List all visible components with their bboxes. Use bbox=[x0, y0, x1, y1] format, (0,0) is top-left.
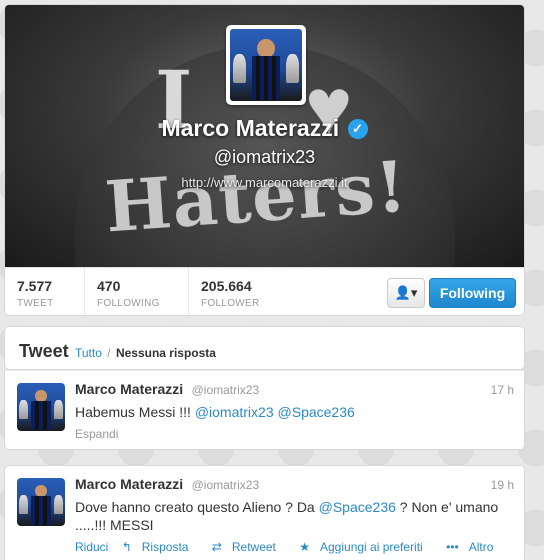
profile-name-row: Marco Materazzi ✓ bbox=[5, 115, 524, 142]
trophy-icon bbox=[18, 399, 28, 419]
reply-label: Risposta bbox=[141, 540, 189, 554]
trophy-icon bbox=[18, 494, 28, 514]
retweet-icon: ⇄ bbox=[211, 540, 222, 554]
tweet-text-plain: Habemus Messi !!! bbox=[75, 404, 195, 420]
tweet-actions: Espandi bbox=[75, 427, 514, 441]
profile-stats: 7.577 TWEET 470 FOLLOWING 205.664 FOLLOW… bbox=[5, 267, 524, 315]
following-button[interactable]: Following bbox=[429, 278, 516, 308]
star-icon: ★ bbox=[299, 540, 310, 554]
collapse-link[interactable]: Riduci bbox=[75, 540, 108, 554]
tweet-author-name[interactable]: Marco Materazzi bbox=[75, 476, 183, 492]
reply-icon: ↰ bbox=[121, 540, 132, 554]
expand-link[interactable]: Espandi bbox=[75, 427, 118, 441]
avatar-image bbox=[17, 383, 65, 431]
person-dropdown-icon: 👤▾ bbox=[394, 285, 418, 300]
filter-separator: / bbox=[107, 346, 111, 360]
tweet-body: Marco Materazzi @iomatrix23 17 h Habemus… bbox=[75, 381, 514, 441]
profile-banner: I ♥ Haters! Marco Materazzi ✓ @iomatrix2… bbox=[5, 5, 524, 267]
tweets-title: Tweet bbox=[19, 341, 69, 361]
tweet-mention[interactable]: @iomatrix23 bbox=[195, 404, 274, 420]
retweet-button[interactable]: ⇄ Retweet bbox=[212, 540, 286, 554]
profile-card: I ♥ Haters! Marco Materazzi ✓ @iomatrix2… bbox=[4, 4, 525, 316]
tweet-author-handle[interactable]: @iomatrix23 bbox=[192, 383, 260, 397]
stat-value: 7.577 bbox=[17, 278, 53, 294]
tweet-item[interactable]: Marco Materazzi @iomatrix23 17 h Habemus… bbox=[4, 370, 525, 450]
trophy-icon bbox=[54, 399, 64, 419]
stat-following[interactable]: 470 FOLLOWING bbox=[85, 268, 189, 315]
tweet-body: Marco Materazzi @iomatrix23 19 h Dove ha… bbox=[75, 476, 514, 554]
profile-name: Marco Materazzi bbox=[161, 115, 340, 141]
tweet-mention[interactable]: @Space236 bbox=[319, 499, 396, 515]
stat-label: TWEET bbox=[17, 298, 54, 309]
tweets-header: Tweet Tutto / Nessuna risposta bbox=[4, 326, 525, 370]
reply-button[interactable]: ↰ Risposta bbox=[122, 540, 199, 554]
stat-label: FOLLOWING bbox=[97, 298, 160, 309]
stat-label: FOLLOWER bbox=[201, 298, 260, 309]
profile-avatar[interactable] bbox=[226, 25, 306, 105]
trophy-icon bbox=[54, 494, 64, 514]
verified-badge-icon: ✓ bbox=[347, 118, 368, 139]
tweet-text: Dove hanno creato questo Alieno ? Da @Sp… bbox=[75, 498, 514, 534]
filter-no-replies[interactable]: Nessuna risposta bbox=[116, 346, 216, 360]
tweet-timestamp[interactable]: 19 h bbox=[491, 478, 514, 492]
tweet-mention[interactable]: @Space236 bbox=[278, 404, 355, 420]
profile-handle: @iomatrix23 bbox=[213, 147, 316, 167]
retweet-label: Retweet bbox=[231, 540, 276, 554]
tweet-timestamp[interactable]: 17 h bbox=[491, 383, 514, 397]
favorite-label: Aggiungi ai preferiti bbox=[320, 540, 423, 554]
trophy-icon bbox=[286, 54, 300, 83]
stat-tweets[interactable]: 7.577 TWEET bbox=[5, 268, 85, 315]
tweets-filter: Tutto / Nessuna risposta bbox=[75, 346, 216, 360]
avatar-image bbox=[17, 478, 65, 526]
avatar-image bbox=[230, 29, 302, 101]
tweet-avatar[interactable] bbox=[17, 478, 65, 526]
stat-value: 205.664 bbox=[201, 278, 252, 294]
tweet-author-handle[interactable]: @iomatrix23 bbox=[192, 478, 260, 492]
stat-followers[interactable]: 205.664 FOLLOWER bbox=[189, 268, 309, 315]
filter-all-link[interactable]: Tutto bbox=[75, 346, 102, 360]
more-icon: ••• bbox=[446, 540, 459, 554]
tweet-text: Habemus Messi !!! @iomatrix23 @Space236 bbox=[75, 403, 514, 421]
profile-website-link[interactable]: http://www.marcomaterazzi.it bbox=[5, 175, 524, 190]
tweet-item[interactable]: Marco Materazzi @iomatrix23 19 h Dove ha… bbox=[4, 465, 525, 560]
tweet-author-name[interactable]: Marco Materazzi bbox=[75, 381, 183, 397]
more-button[interactable]: ••• Altro bbox=[446, 540, 503, 554]
trophy-icon bbox=[232, 54, 246, 83]
more-label: Altro bbox=[468, 540, 494, 554]
user-actions-button[interactable]: 👤▾ bbox=[387, 278, 425, 308]
tweet-actions: Riduci ↰ Risposta ⇄ Retweet ★ Aggiungi ai p… bbox=[75, 540, 514, 554]
tweet-text-before: Dove hanno creato questo Alieno ? Da bbox=[75, 499, 319, 515]
favorite-button[interactable]: ★ Aggiungi ai preferiti bbox=[299, 540, 433, 554]
tweet-avatar[interactable] bbox=[17, 383, 65, 431]
stat-value: 470 bbox=[97, 278, 121, 294]
